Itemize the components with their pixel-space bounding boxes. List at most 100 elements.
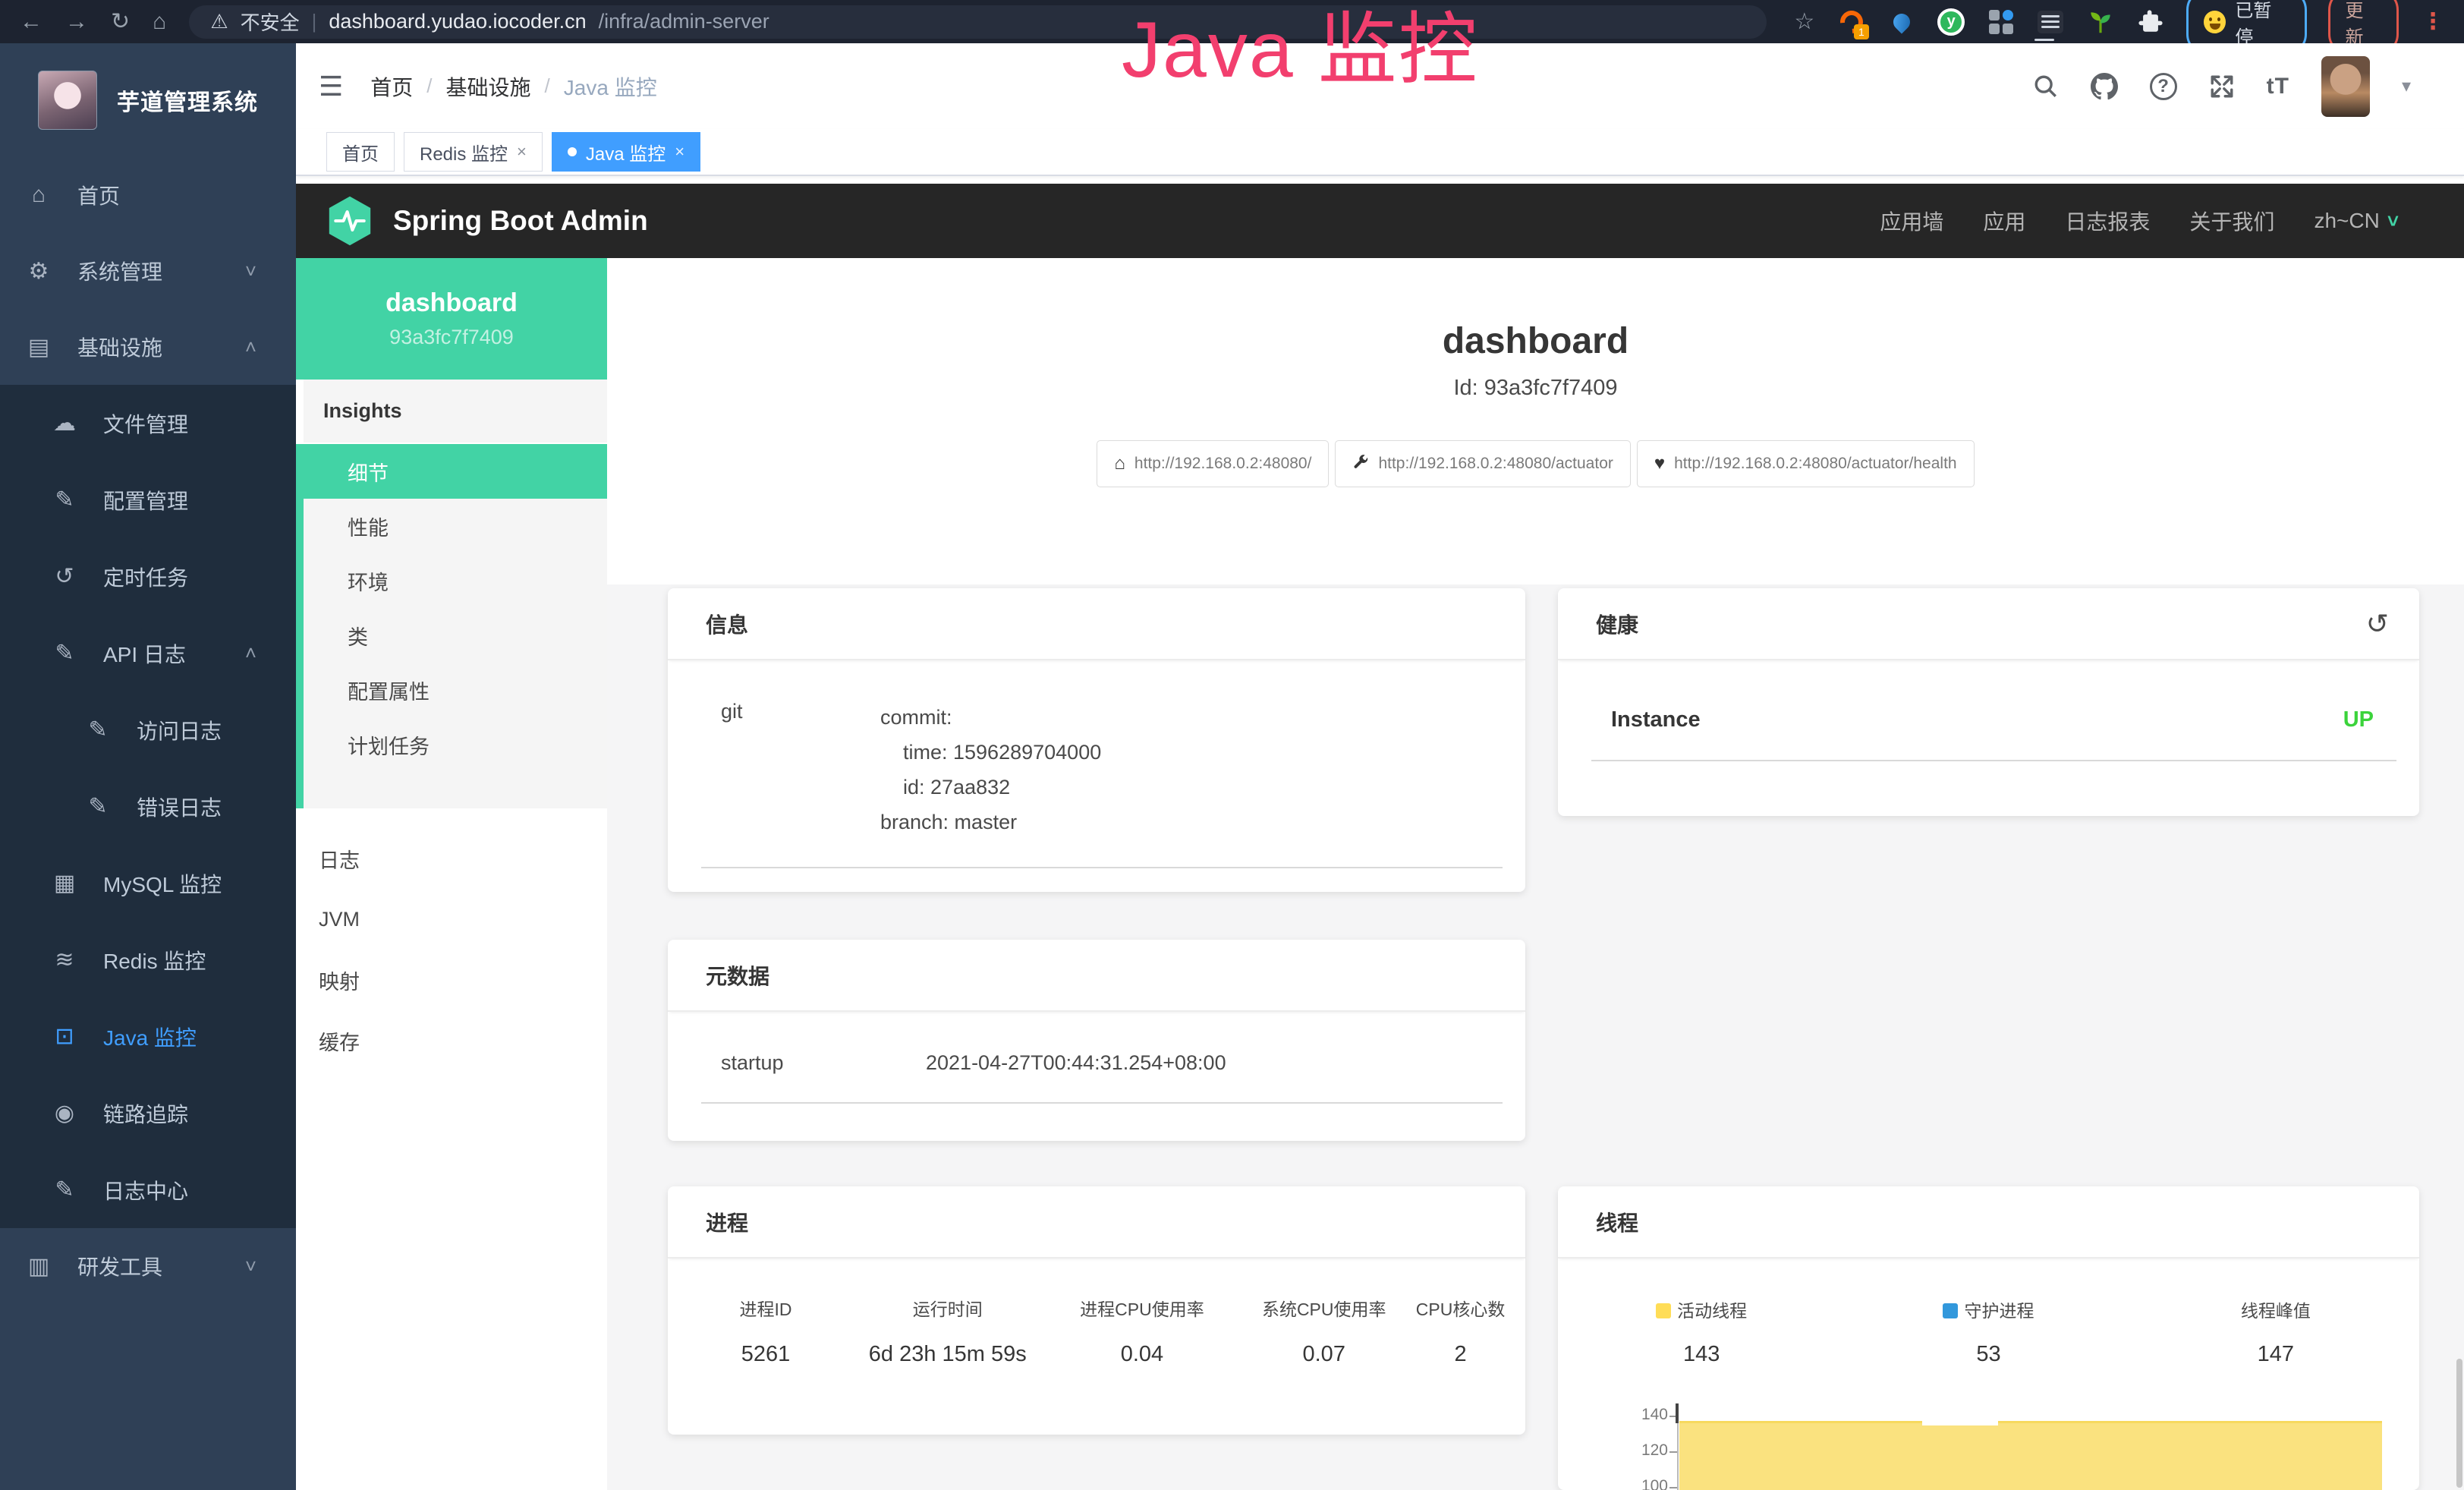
health-card: 健康 ↺ Instance UP [1558, 588, 2419, 816]
github-icon[interactable] [2091, 73, 2118, 100]
sidebar-item-scheduled-tasks[interactable]: ↺ 定时任务 [0, 538, 296, 615]
browser-menu-icon[interactable]: ⋮ [2422, 8, 2444, 35]
tab-label: Java 监控 [586, 139, 666, 165]
pin-shape [1890, 10, 1913, 33]
extension-y-icon[interactable]: y [1937, 8, 1965, 36]
sidebar-item-dev-tools[interactable]: ▥ 研发工具 ˅ [0, 1228, 296, 1304]
health-url-button[interactable]: ♥ http://192.168.0.2:48080/actuator/heal… [1637, 440, 1975, 487]
legend-peak-threads: 线程峰值 [2132, 1296, 2419, 1322]
sba-item-caches[interactable]: 缓存 [296, 1010, 607, 1071]
user-menu-caret-icon[interactable]: ▾ [2402, 75, 2411, 97]
value-pid: 5261 [683, 1342, 848, 1367]
app-logo-row[interactable]: 芋道管理系统 [0, 43, 296, 157]
toolbox-icon: ▥ [26, 1253, 52, 1280]
sidebar-item-redis-monitor[interactable]: ≋ Redis 监控 [0, 921, 296, 998]
sba-item-jvm[interactable]: JVM [296, 889, 607, 950]
service-url-button[interactable]: ⌂ http://192.168.0.2:48080/ [1097, 440, 1329, 487]
sba-item-scheduled-tasks[interactable]: 计划任务 [304, 717, 607, 772]
browser-reload-icon[interactable]: ↻ [111, 0, 130, 43]
breadcrumb-infrastructure[interactable]: 基础设施 [446, 71, 531, 102]
extension-grid-icon[interactable] [1987, 8, 2016, 36]
sidebar-item-mysql-monitor[interactable]: ▦ MySQL 监控 [0, 845, 296, 921]
threads-legend: 活动线程 守护进程 线程峰值 143 53 147 [1558, 1258, 2419, 1367]
update-label: 更新 [2346, 0, 2381, 49]
sidebar-item-label: 访问日志 [137, 715, 222, 745]
sba-language-select[interactable]: zh~CN ˅ [2314, 209, 2399, 233]
browser-home-icon[interactable]: ⌂ [153, 0, 166, 43]
sba-item-details[interactable]: 细节 [304, 444, 607, 499]
home-icon: ⌂ [26, 182, 52, 208]
not-secure-warning-icon: ⚠ [210, 10, 228, 33]
extension-plant-icon[interactable] [2086, 8, 2115, 36]
sidebar-item-access-logs[interactable]: ✎ 访问日志 [0, 691, 296, 768]
sidebar-item-error-logs[interactable]: ✎ 错误日志 [0, 768, 296, 845]
actuator-url-button[interactable]: http://192.168.0.2:48080/actuator [1335, 440, 1630, 487]
legend-label: 活动线程 [1677, 1301, 1747, 1321]
metadata-card: 元数据 startup 2021-04-27T00:44:31.254+08:0… [668, 940, 1525, 1141]
sba-nav-journal[interactable]: 日志报表 [2065, 206, 2150, 236]
sidebar-item-java-monitor[interactable]: ⊡ Java 监控 [0, 998, 296, 1075]
history-icon[interactable]: ↺ [2366, 608, 2389, 640]
sba-item-metrics[interactable]: 性能 [304, 499, 607, 553]
search-icon[interactable] [2033, 74, 2059, 99]
sba-item-logs[interactable]: 日志 [296, 828, 607, 889]
address-bar[interactable]: ⚠ 不安全 | dashboard.yudao.iocoder.cn/infra… [189, 5, 1767, 39]
extension-puzzle-icon[interactable] [2136, 8, 2165, 36]
sba-nav-wallboard[interactable]: 应用墙 [1880, 206, 1943, 236]
sidebar-item-config-management[interactable]: ✎ 配置管理 [0, 461, 296, 538]
tab-redis-monitor[interactable]: Redis 监控 × [404, 132, 543, 172]
sba-instance-header[interactable]: dashboard 93a3fc7f7409 [296, 258, 607, 380]
extension-list-on-icon[interactable]: on [2037, 8, 2066, 36]
extension-pin-icon[interactable] [1887, 8, 1916, 36]
chevron-down-icon: ˅ [245, 1255, 256, 1278]
close-icon[interactable]: × [517, 142, 527, 162]
extension-refresh-icon[interactable]: 1 [1837, 8, 1866, 36]
sidebar-item-log-center[interactable]: ✎ 日志中心 [0, 1151, 296, 1228]
sidebar-item-api-logs[interactable]: ✎ API 日志 ˄ [0, 615, 296, 691]
font-size-icon[interactable]: tT [2267, 74, 2289, 99]
sba-item-classes[interactable]: 类 [304, 608, 607, 663]
col-header-cpus: CPU核心数 [1411, 1295, 1510, 1321]
browser-forward-icon[interactable]: → [65, 0, 88, 43]
value-uptime: 6d 23h 15m 59s [848, 1342, 1047, 1367]
heart-icon: ♥ [1654, 453, 1665, 474]
sidebar-item-infrastructure[interactable]: ▤ 基础设施 ˄ [0, 309, 296, 385]
sidebar-item-tracing[interactable]: ◉ 链路追踪 [0, 1075, 296, 1151]
card-title: 进程 [706, 1207, 748, 1237]
instance-title: dashboard [607, 320, 2464, 362]
gear-icon: ⚙ [26, 258, 52, 285]
breadcrumb-home[interactable]: 首页 [370, 71, 413, 102]
sidebar-item-file-management[interactable]: ☁ 文件管理 [0, 385, 296, 461]
page-scrollbar-thumb[interactable] [2456, 1359, 2462, 1488]
browser-back-icon[interactable]: ← [20, 0, 42, 43]
user-avatar[interactable] [2321, 56, 2370, 117]
actuator-url: http://192.168.0.2:48080/actuator [1378, 455, 1613, 473]
sba-brand[interactable]: Spring Boot Admin [326, 195, 648, 247]
ytick-100: 100 [1622, 1477, 1668, 1490]
sidebar-item-home[interactable]: ⌂ 首页 [0, 157, 296, 233]
sba-item-config-props[interactable]: 配置属性 [304, 663, 607, 717]
sba-item-environment[interactable]: 环境 [304, 553, 607, 608]
sidebar-item-system-management[interactable]: ⚙ 系统管理 ˅ [0, 233, 296, 309]
tab-java-monitor[interactable]: Java 监控 × [552, 132, 700, 172]
close-icon[interactable]: × [675, 142, 684, 162]
health-card-header: 健康 ↺ [1558, 588, 2419, 660]
sba-instance-summary: dashboard Id: 93a3fc7f7409 ⌂ http://192.… [607, 258, 2464, 584]
health-instance-row[interactable]: Instance UP [1558, 660, 2419, 732]
help-icon[interactable]: ? [2150, 73, 2177, 100]
log-edit-icon: ✎ [52, 1177, 77, 1203]
sba-nav-applications[interactable]: 应用 [1983, 206, 2025, 236]
fullscreen-icon[interactable] [2209, 74, 2235, 99]
sba-item-mappings[interactable]: 映射 [296, 950, 607, 1010]
sba-nav: 应用墙 应用 日志报表 关于我们 zh~CN ˅ [1880, 206, 2399, 236]
bookmark-star-icon[interactable]: ☆ [1794, 8, 1814, 35]
sba-nav-about[interactable]: 关于我们 [2189, 206, 2274, 236]
tab-home[interactable]: 首页 [326, 132, 395, 172]
info-key: git [721, 700, 880, 840]
collapse-menu-icon[interactable]: ☰ [319, 71, 343, 102]
process-card: 进程 进程ID 运行时间 进程CPU使用率 系统CPU使用率 CPU核心数 52… [668, 1186, 1525, 1435]
sba-language-value: zh~CN [2314, 209, 2379, 233]
chevron-up-icon: ˄ [245, 641, 256, 665]
sidebar-item-label: 系统管理 [77, 256, 162, 286]
info-card: 信息 git commit: time: 1596289704000 id: 2… [668, 588, 1525, 892]
